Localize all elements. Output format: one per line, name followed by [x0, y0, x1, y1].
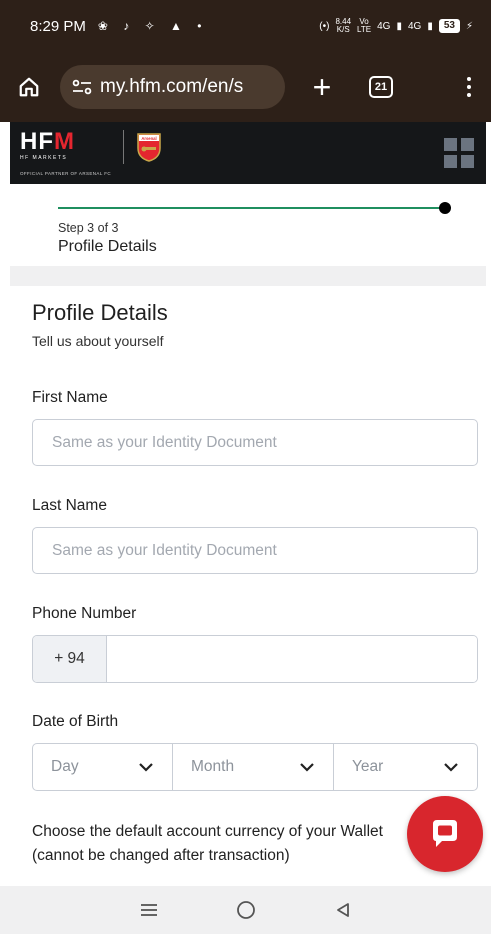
- date-of-birth-group: Day Month Year: [32, 743, 478, 791]
- form-title: Profile Details: [32, 300, 168, 325]
- first-name-label: First Name: [32, 389, 108, 406]
- status-right: (•) 8.44 K/S Vo LTE 4G ▮ 4G ▮ 53 ⚡: [319, 18, 473, 34]
- site-settings-icon[interactable]: [72, 79, 92, 95]
- progress-dot: [439, 202, 451, 214]
- notification-icons: ❀ ♪ ✧ ▲ •: [97, 19, 208, 33]
- browser-toolbar: my.hfm.com/en/s + 21: [0, 52, 491, 122]
- partner-text: OFFICIAL PARTNER OF ARSENAL FC: [20, 171, 112, 176]
- chat-button[interactable]: [407, 796, 483, 872]
- system-navigation-bar: [0, 886, 491, 934]
- grid-menu-icon[interactable]: [444, 138, 474, 168]
- tab-switcher-button[interactable]: 21: [369, 76, 393, 98]
- logo-hf: HF: [20, 128, 54, 155]
- more-menu-icon[interactable]: [467, 77, 471, 97]
- crest-text: Arsenal: [141, 136, 156, 141]
- volte-indicator: Vo LTE: [357, 18, 371, 34]
- new-tab-icon[interactable]: +: [307, 71, 337, 103]
- url-text: my.hfm.com/en/s: [100, 76, 244, 97]
- home-icon[interactable]: [14, 72, 44, 102]
- site-header: HFM HF MARKETS OFFICIAL PARTNER OF ARSEN…: [10, 122, 486, 184]
- logo-wordmark: HFM: [20, 130, 111, 154]
- dob-month-value: Month: [191, 758, 235, 775]
- dob-day-value: Day: [51, 758, 79, 775]
- dob-month-select[interactable]: Month: [172, 744, 333, 790]
- chevron-down-icon: [444, 763, 458, 772]
- signal-1-label: 4G: [377, 20, 391, 32]
- status-time: 8:29 PM: [30, 17, 86, 35]
- section-divider: [10, 266, 486, 286]
- chevron-down-icon: [139, 763, 153, 772]
- network-speed: 8.44 K/S: [335, 18, 351, 34]
- phone-number-group: + 94: [32, 635, 478, 683]
- first-name-field[interactable]: [32, 419, 478, 466]
- logo-subtitle: HF MARKETS: [20, 155, 68, 161]
- speed-unit: K/S: [336, 25, 350, 34]
- signal-1-icon: ▮: [396, 20, 402, 32]
- chevron-down-icon: [300, 763, 314, 772]
- battery-level: 53: [438, 19, 460, 33]
- signal-2-label: 4G: [407, 20, 422, 32]
- volte-bottom: LTE: [357, 25, 372, 34]
- hfm-logo[interactable]: HFM HF MARKETS OFFICIAL PARTNER OF ARSEN…: [20, 130, 112, 177]
- dob-year-select[interactable]: Year: [333, 744, 477, 790]
- status-bar: 8:29 PM ❀ ♪ ✧ ▲ • (•) 8.44 K/S Vo LTE 4G…: [0, 0, 491, 52]
- logo-divider: [123, 130, 125, 164]
- last-name-label: Last Name: [32, 497, 107, 514]
- dob-label: Date of Birth: [32, 713, 119, 730]
- chat-bubble-icon: [433, 820, 457, 847]
- recent-apps-icon[interactable]: [135, 896, 163, 924]
- dob-year-value: Year: [352, 758, 384, 775]
- step-title: Profile Details: [58, 238, 157, 255]
- home-circle-icon[interactable]: [232, 896, 260, 924]
- step-label: Step 3 of 3: [58, 221, 119, 235]
- progress-line: [58, 207, 446, 209]
- charging-icon: ⚡: [465, 20, 473, 32]
- arsenal-crest-icon: Arsenal: [137, 133, 161, 162]
- phone-country-code[interactable]: + 94: [33, 636, 107, 682]
- back-triangle-icon[interactable]: [329, 896, 357, 924]
- currency-instructions: Choose the default account currency of y…: [32, 823, 383, 864]
- last-name-field[interactable]: [32, 527, 478, 574]
- stepper: Step 3 of 3 Profile Details: [10, 184, 486, 266]
- hotspot-icon: (•): [319, 20, 330, 32]
- url-bar[interactable]: my.hfm.com/en/s: [60, 65, 285, 109]
- logo-m: M: [54, 128, 75, 155]
- dob-day-select[interactable]: Day: [33, 744, 172, 790]
- phone-label: Phone Number: [32, 605, 137, 622]
- signal-2-icon: ▮: [427, 20, 433, 32]
- form-subtitle: Tell us about yourself: [32, 333, 164, 349]
- phone-number-field[interactable]: [107, 636, 477, 682]
